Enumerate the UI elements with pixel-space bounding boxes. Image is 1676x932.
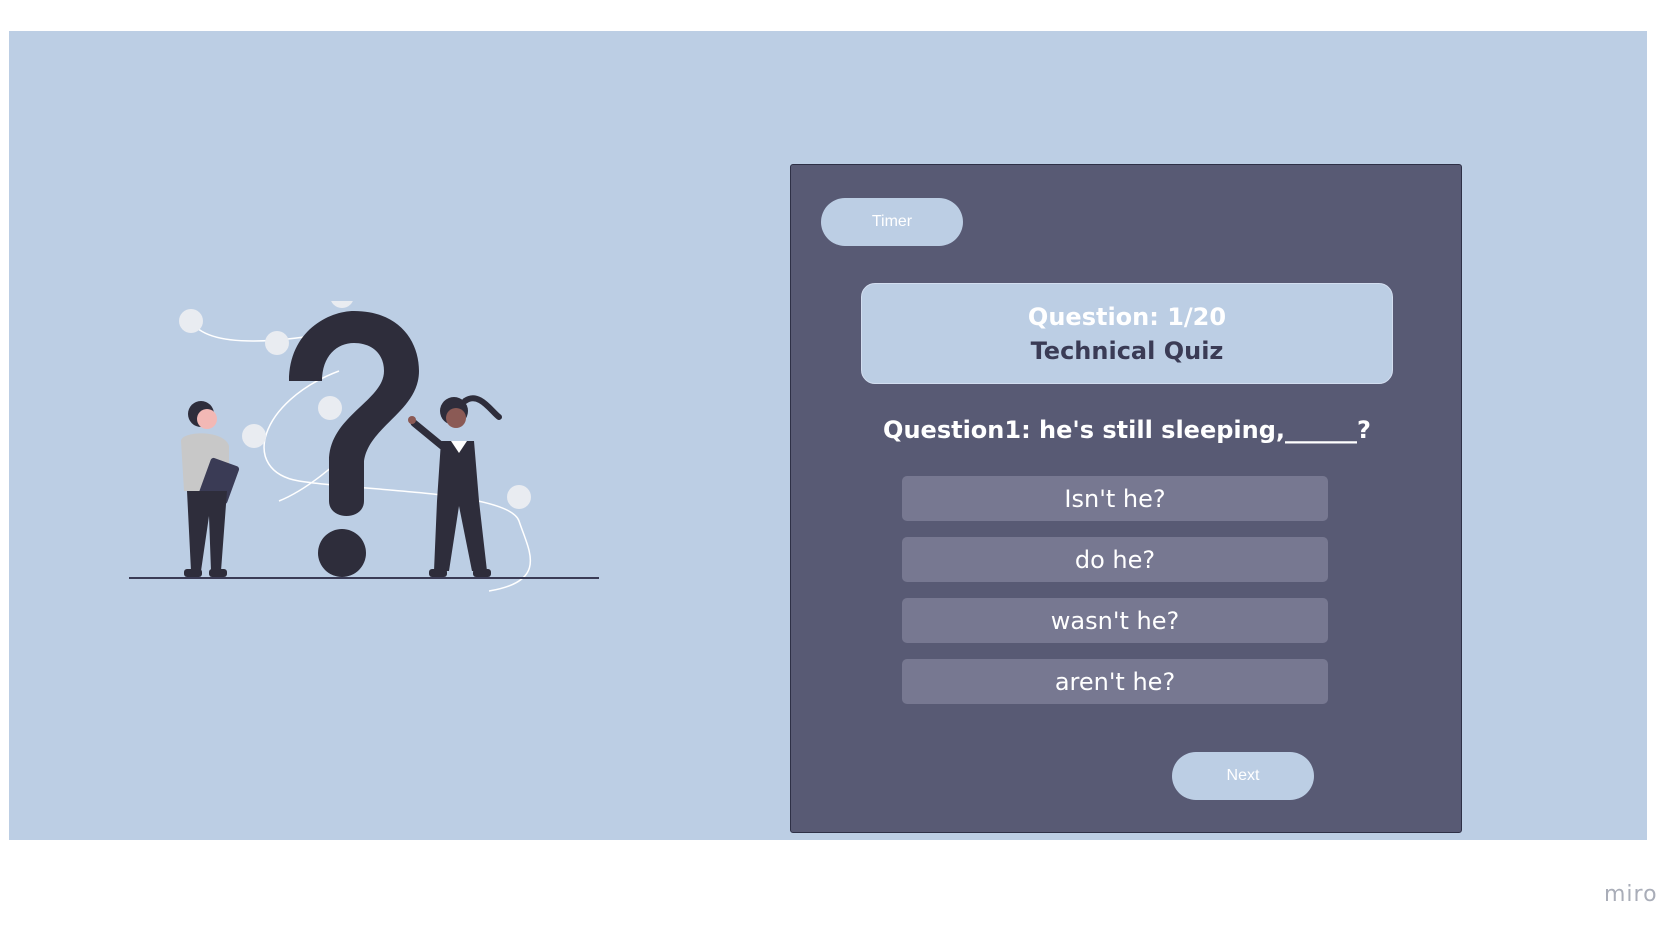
answer-option-label: do he? (1074, 545, 1156, 574)
decorative-dot (242, 424, 266, 448)
next-label: Next (1226, 767, 1260, 784)
person-left-legs (187, 491, 227, 571)
answer-options: Isn't he? do he? wasn't he? aren't he? (902, 476, 1328, 720)
person-left-shoe (209, 569, 227, 577)
person-right-body (434, 441, 487, 571)
person-right-hand (408, 416, 416, 424)
miro-logo: miro (1604, 882, 1658, 907)
quiz-frame: Timer Question: 1/20 Technical Quiz Ques… (9, 31, 1647, 840)
quiz-card: Timer Question: 1/20 Technical Quiz Ques… (790, 164, 1462, 833)
person-left-face (197, 409, 217, 429)
question-counter: Question: 1/20 (1027, 302, 1227, 331)
decorative-dot (318, 396, 342, 420)
answer-option-label: wasn't he? (1050, 606, 1180, 635)
quiz-header: Question: 1/20 Technical Quiz (861, 283, 1393, 384)
decorative-dot (331, 301, 353, 308)
answer-option[interactable]: aren't he? (902, 659, 1328, 704)
miro-board-canvas: Timer Question: 1/20 Technical Quiz Ques… (0, 0, 1676, 932)
person-right-face (446, 408, 466, 428)
timer-label: Timer (871, 213, 913, 230)
decorative-dot (507, 485, 531, 509)
question-mark-people-illustration (129, 301, 599, 592)
timer-button[interactable]: Timer (821, 198, 963, 246)
question-text: Question1: he's still sleeping,______? (883, 416, 1371, 444)
decorative-dot (179, 309, 203, 333)
decorative-dot (265, 331, 289, 355)
next-button[interactable]: Next (1172, 752, 1314, 800)
answer-option[interactable]: wasn't he? (902, 598, 1328, 643)
person-right-ponytail (462, 395, 502, 420)
answer-option[interactable]: do he? (902, 537, 1328, 582)
quiz-title: Technical Quiz (1030, 336, 1224, 365)
answer-option-label: aren't he? (1054, 667, 1176, 696)
person-right-shoe (429, 569, 447, 577)
person-right-arm (410, 419, 446, 450)
question-mark-dot (318, 529, 366, 577)
person-right-shoe (473, 569, 491, 577)
person-left-shoe (184, 569, 202, 577)
answer-option[interactable]: Isn't he? (902, 476, 1328, 521)
answer-option-label: Isn't he? (1064, 484, 1166, 513)
